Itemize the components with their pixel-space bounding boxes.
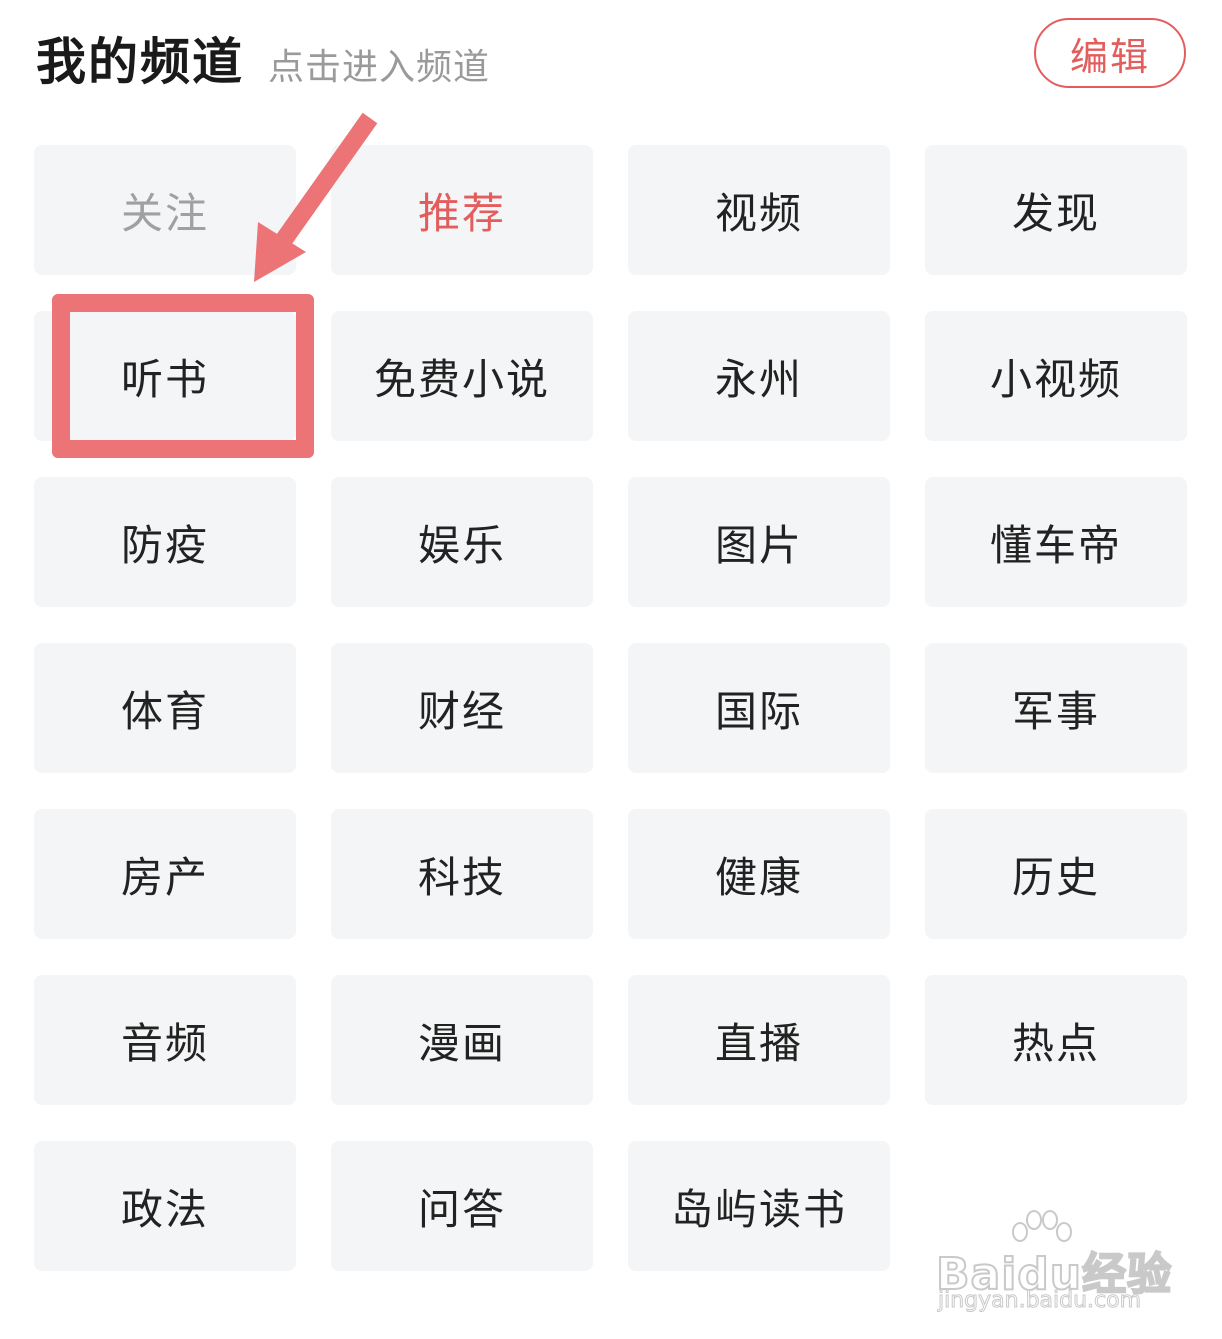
channel-chip[interactable]: 漫画 (331, 975, 593, 1105)
channel-chip[interactable]: 娱乐 (331, 477, 593, 607)
edit-button[interactable]: 编辑 (1034, 18, 1186, 88)
watermark-url: jingyan.baidu.com (937, 1288, 1142, 1314)
channel-chip[interactable]: 房产 (34, 809, 296, 939)
channel-chip[interactable]: 财经 (331, 643, 593, 773)
channel-chip[interactable]: 体育 (34, 643, 296, 773)
channel-chip: 关注 (34, 145, 296, 275)
channel-chip[interactable]: 小视频 (925, 311, 1187, 441)
channel-grid: 关注 推荐 视频 发现听书 免费小说 永州 小视频防疫 娱乐 图片 懂车帝体育 财经 国际 军事房产 科技… (34, 145, 1187, 1271)
channel-chip[interactable]: 健康 (628, 809, 890, 939)
channel-chip[interactable]: 防疫 (34, 477, 296, 607)
channel-chip[interactable]: 图片 (628, 477, 890, 607)
channel-chip[interactable]: 直播 (628, 975, 890, 1105)
channel-chip[interactable]: 军事 (925, 643, 1187, 773)
channel-chip[interactable]: 懂车帝 (925, 477, 1187, 607)
channel-chip[interactable]: 科技 (331, 809, 593, 939)
channel-chip[interactable]: 视频 (628, 145, 890, 275)
channel-chip[interactable]: 岛屿读书 (628, 1141, 890, 1271)
section-title: 我的频道 (36, 33, 244, 91)
channel-chip[interactable]: 政法 (34, 1141, 296, 1271)
channel-chip[interactable]: 发现 (925, 145, 1187, 275)
channel-chip[interactable]: 音频 (34, 975, 296, 1105)
channel-chip[interactable]: 永州 (628, 311, 890, 441)
channel-header: 我的频道 点击进入频道 (36, 22, 490, 102)
channel-chip[interactable]: 问答 (331, 1141, 593, 1271)
channel-chip[interactable]: 推荐 (331, 145, 593, 275)
section-hint: 点击进入频道 (268, 47, 491, 88)
channel-chip[interactable]: 国际 (628, 643, 890, 773)
channel-chip[interactable]: 免费小说 (331, 311, 593, 441)
channel-chip[interactable]: 历史 (925, 809, 1187, 939)
channel-chip[interactable]: 热点 (925, 975, 1187, 1105)
channel-chip[interactable]: 听书 (34, 311, 296, 441)
